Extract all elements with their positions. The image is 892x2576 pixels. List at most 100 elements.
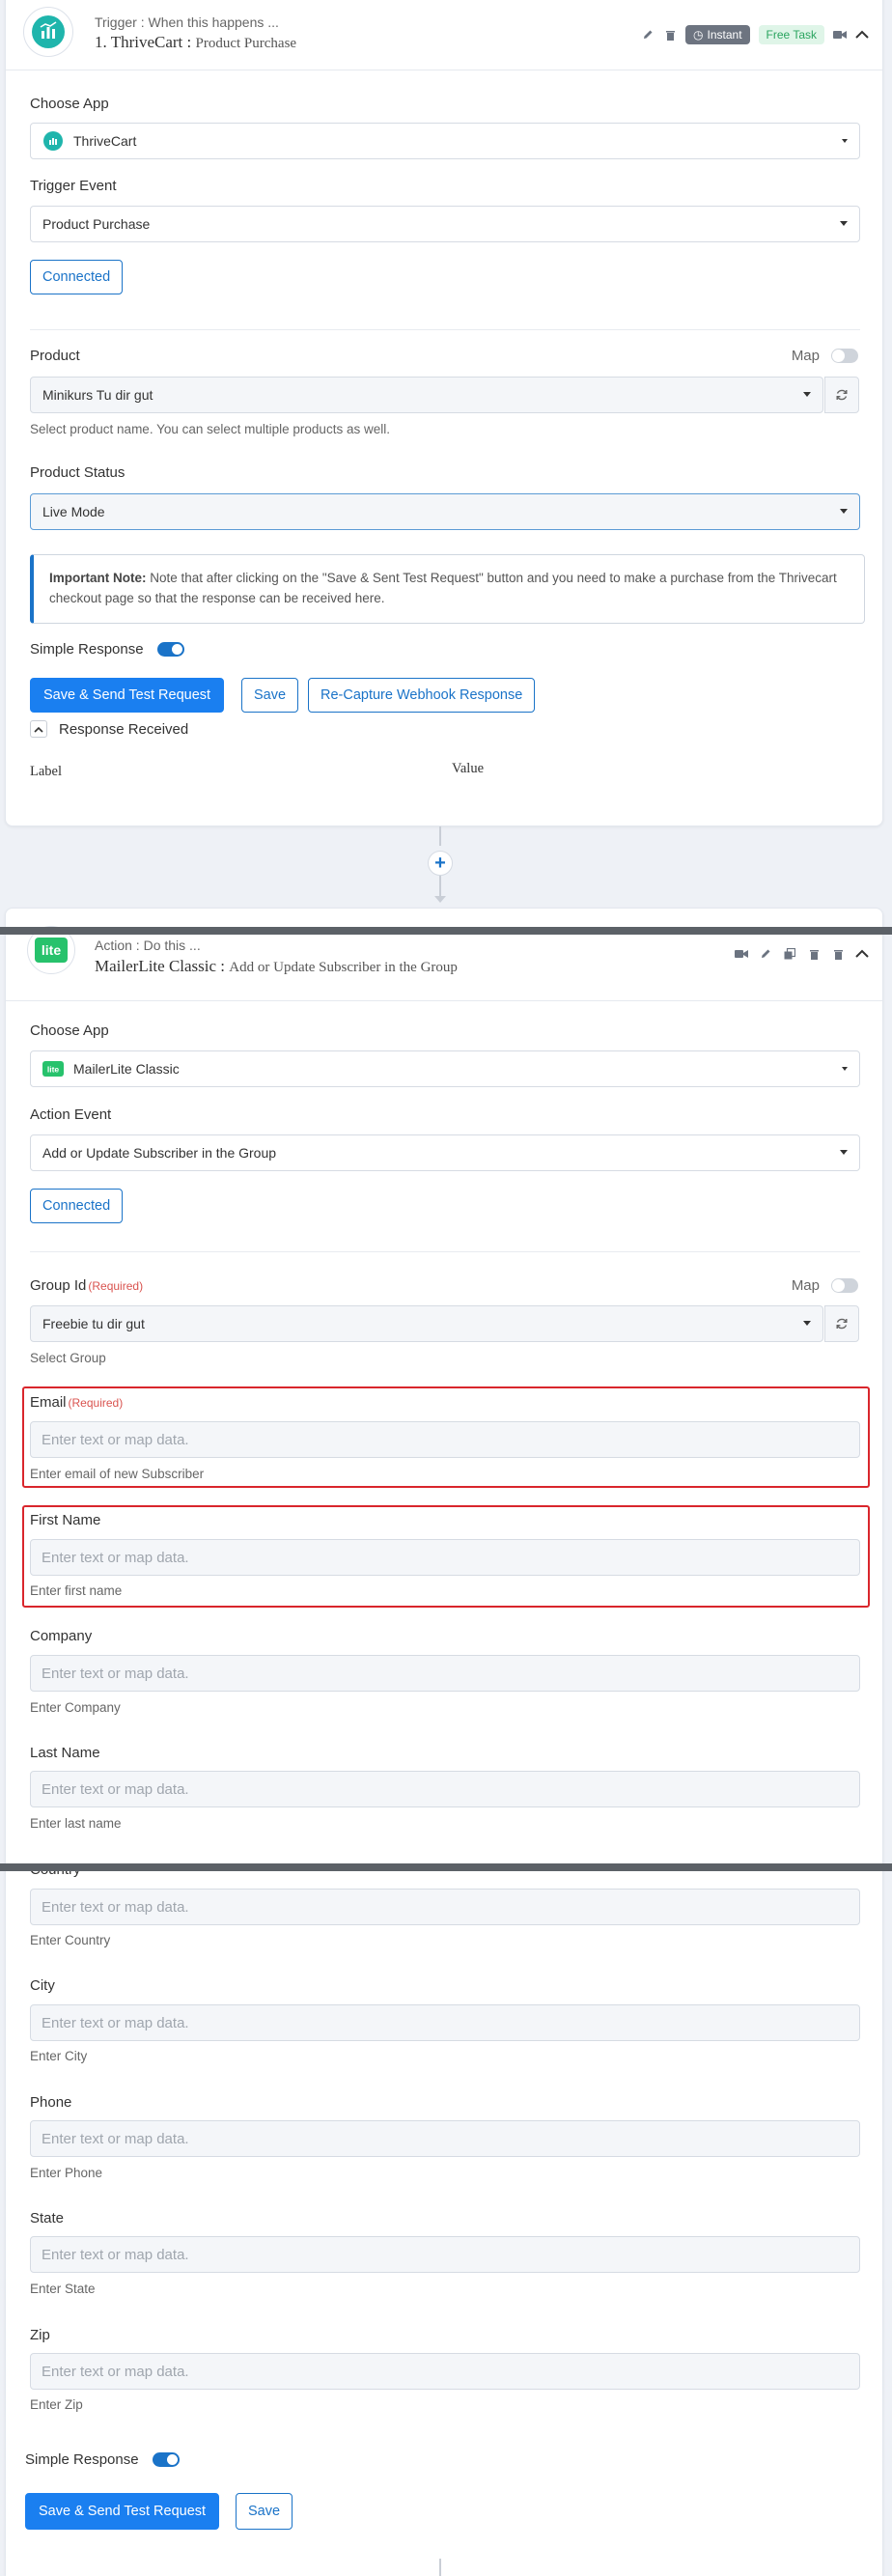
chevron-up-icon[interactable]	[855, 947, 869, 961]
trigger-event-select[interactable]: Product Purchase	[30, 206, 860, 242]
simple-response-label: Simple Response	[25, 2451, 139, 2468]
stitch-seam	[0, 1863, 892, 1871]
refresh-icon[interactable]	[824, 1305, 859, 1342]
field-help-city: Enter City	[30, 2049, 88, 2063]
field-help-email: Enter email of new Subscriber	[30, 1467, 205, 1481]
divider	[30, 329, 860, 330]
caret-down-icon	[840, 509, 848, 514]
refresh-icon[interactable]	[824, 377, 859, 413]
product-help: Select product name. You can select mult…	[30, 422, 390, 436]
add-step-button[interactable]: +	[428, 851, 453, 876]
email-input[interactable]	[30, 1421, 860, 1458]
save-button[interactable]: Save	[241, 678, 299, 713]
save-send-test-button[interactable]: Save & Send Test Request	[25, 2493, 220, 2530]
action-event-value: Add or Update Subscriber in the Group	[42, 1145, 277, 1161]
recapture-webhook-button[interactable]: Re-Capture Webhook Response	[308, 678, 536, 713]
video-icon[interactable]	[833, 28, 847, 42]
trash-icon[interactable]	[663, 28, 677, 42]
field-label-city: City	[30, 1977, 55, 1994]
chevron-up-icon[interactable]	[30, 720, 47, 738]
last-name-input[interactable]	[30, 1771, 860, 1807]
response-col-value: Value	[452, 761, 485, 776]
chevron-down-icon	[842, 139, 848, 143]
field-help-state: Enter State	[30, 2282, 96, 2296]
choose-app-select[interactable]: ThriveCart	[30, 123, 860, 159]
product-status-value: Live Mode	[42, 504, 105, 519]
field-label-zip: Zip	[30, 2327, 50, 2343]
field-help-first-name: Enter first name	[30, 1583, 123, 1598]
simple-response-toggle[interactable]	[152, 2452, 180, 2467]
save-send-test-button[interactable]: Save & Send Test Request	[30, 678, 225, 713]
product-status-label: Product Status	[30, 464, 125, 481]
simple-response-label: Simple Response	[30, 641, 144, 658]
simple-response-toggle[interactable]	[156, 642, 184, 657]
video-icon[interactable]	[735, 947, 748, 961]
caret-down-icon	[803, 392, 811, 397]
step-subtitle: Trigger : When this happens ...	[95, 14, 279, 30]
copy-icon[interactable]	[783, 947, 796, 961]
step-connector	[439, 2559, 441, 2576]
note-text: Note that after clicking on the "Save & …	[49, 571, 837, 605]
map-switch[interactable]	[831, 349, 858, 363]
group-map-toggle[interactable]: Map	[792, 1277, 858, 1294]
required-marker: (Required)	[88, 1279, 144, 1293]
trash-icon[interactable]	[807, 947, 821, 961]
field-help-phone: Enter Phone	[30, 2166, 103, 2180]
first-name-input[interactable]	[30, 1539, 860, 1576]
instant-badge: ◷ Instant	[685, 25, 750, 44]
field-help-company: Enter Company	[30, 1700, 121, 1715]
svg-text:lite: lite	[42, 942, 61, 958]
group-select[interactable]: Freebie tu dir gut	[30, 1305, 823, 1342]
field-label-last-name: Last Name	[30, 1745, 100, 1761]
pencil-icon[interactable]	[641, 28, 655, 42]
group-help: Select Group	[30, 1351, 106, 1365]
caret-down-icon	[840, 221, 848, 226]
field-help-zip: Enter Zip	[30, 2397, 83, 2412]
thrivecart-icon	[42, 130, 64, 152]
step-connector	[439, 876, 441, 896]
phone-input[interactable]	[30, 2120, 860, 2157]
step-title: MailerLite Classic : Add or Update Subsc…	[95, 957, 458, 976]
choose-app-value: MailerLite Classic	[73, 1061, 180, 1077]
company-input[interactable]	[30, 1655, 860, 1692]
step-toolbar: ◷ Instant Free Task	[641, 25, 869, 44]
product-select[interactable]: Minikurs Tu dir gut	[30, 377, 823, 413]
chevron-up-icon[interactable]	[855, 28, 869, 42]
field-label-first-name: First Name	[30, 1512, 101, 1528]
simple-response-row: Simple Response	[30, 641, 184, 658]
map-switch[interactable]	[831, 1278, 858, 1293]
arrow-down-icon	[434, 896, 446, 903]
plus-icon: +	[434, 852, 446, 874]
country-input[interactable]	[30, 1889, 860, 1925]
connected-button[interactable]: Connected	[30, 260, 124, 294]
trash-icon[interactable]	[831, 947, 845, 961]
response-received-label: Response Received	[59, 720, 189, 738]
stitch-seam	[0, 927, 892, 935]
choose-app-label: Choose App	[30, 96, 109, 112]
product-map-toggle[interactable]: Map	[792, 348, 858, 364]
state-input[interactable]	[30, 2236, 860, 2273]
pencil-icon[interactable]	[759, 947, 772, 961]
action-event-select[interactable]: Add or Update Subscriber in the Group	[30, 1134, 860, 1171]
trigger-step-header[interactable]: Trigger : When this happens ... 1. Thriv…	[6, 0, 882, 70]
zip-input[interactable]	[30, 2353, 860, 2390]
field-label-state: State	[30, 2210, 65, 2226]
mailerlite-icon: lite	[42, 1058, 64, 1079]
field-label-email: Email (Required)	[30, 1394, 124, 1411]
save-button[interactable]: Save	[236, 2493, 293, 2530]
svg-text:lite: lite	[47, 1065, 60, 1075]
step-app-name: MailerLite Classic :	[95, 957, 226, 975]
group-id-label: Group Id (Required)	[30, 1277, 144, 1294]
action-step-header[interactable]: lite Action : Do this ... MailerLite Cla…	[6, 909, 882, 1001]
action-step-card: lite Action : Do this ... MailerLite Cla…	[5, 908, 883, 2576]
step-title: 1. ThriveCart : Product Purchase	[95, 33, 296, 52]
action-event-label: Action Event	[30, 1106, 112, 1123]
city-input[interactable]	[30, 2004, 860, 2041]
step-connector	[439, 826, 441, 846]
choose-app-select[interactable]: lite MailerLite Classic	[30, 1050, 860, 1087]
response-received-toggle[interactable]: Response Received	[30, 720, 188, 738]
product-status-select[interactable]: Live Mode	[30, 493, 860, 530]
connected-button[interactable]: Connected	[30, 1189, 124, 1223]
chevron-down-icon	[842, 1067, 848, 1071]
thrivecart-logo	[23, 7, 73, 57]
